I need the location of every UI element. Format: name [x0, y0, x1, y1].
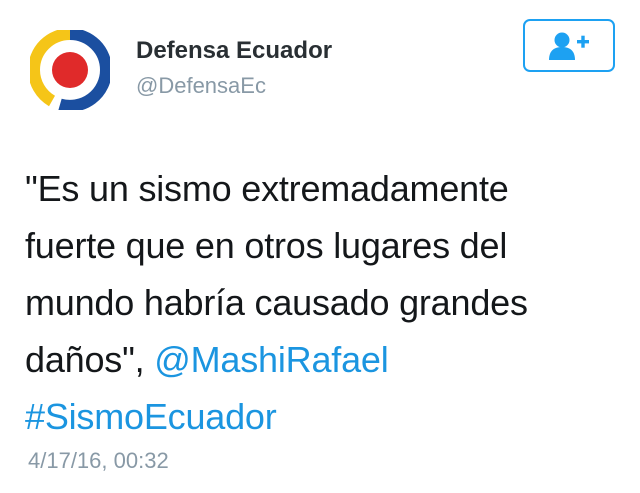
avatar[interactable]	[27, 28, 113, 112]
author-name[interactable]: Defensa Ecuador	[136, 37, 332, 65]
tweet-text: "Es un sismo extremadamente fuerte que e…	[25, 160, 625, 445]
hashtag-line: #SismoEcuador	[25, 388, 625, 445]
tweet-text-line: "Es un sismo extremadamente	[25, 168, 509, 209]
timestamp[interactable]: 4/17/16, 00:32	[28, 448, 169, 474]
author-handle[interactable]: @DefensaEc	[136, 73, 266, 99]
follow-button[interactable]	[523, 19, 615, 72]
add-user-icon	[549, 32, 589, 60]
tweet-text-line-with-mention: daños", @MashiRafael	[25, 331, 625, 388]
mention-link[interactable]: @MashiRafael	[154, 339, 388, 380]
tweet-text-line: fuerte que en otros lugares del	[25, 225, 508, 266]
tweet-card: Defensa Ecuador @DefensaEc "Es un sismo …	[0, 0, 640, 493]
tweet-text-line: mundo habría causado grandes	[25, 282, 528, 323]
tweet-text-line: daños",	[25, 339, 155, 380]
hashtag-link[interactable]: #SismoEcuador	[25, 396, 277, 437]
defensa-ecuador-logo-icon	[27, 28, 113, 112]
